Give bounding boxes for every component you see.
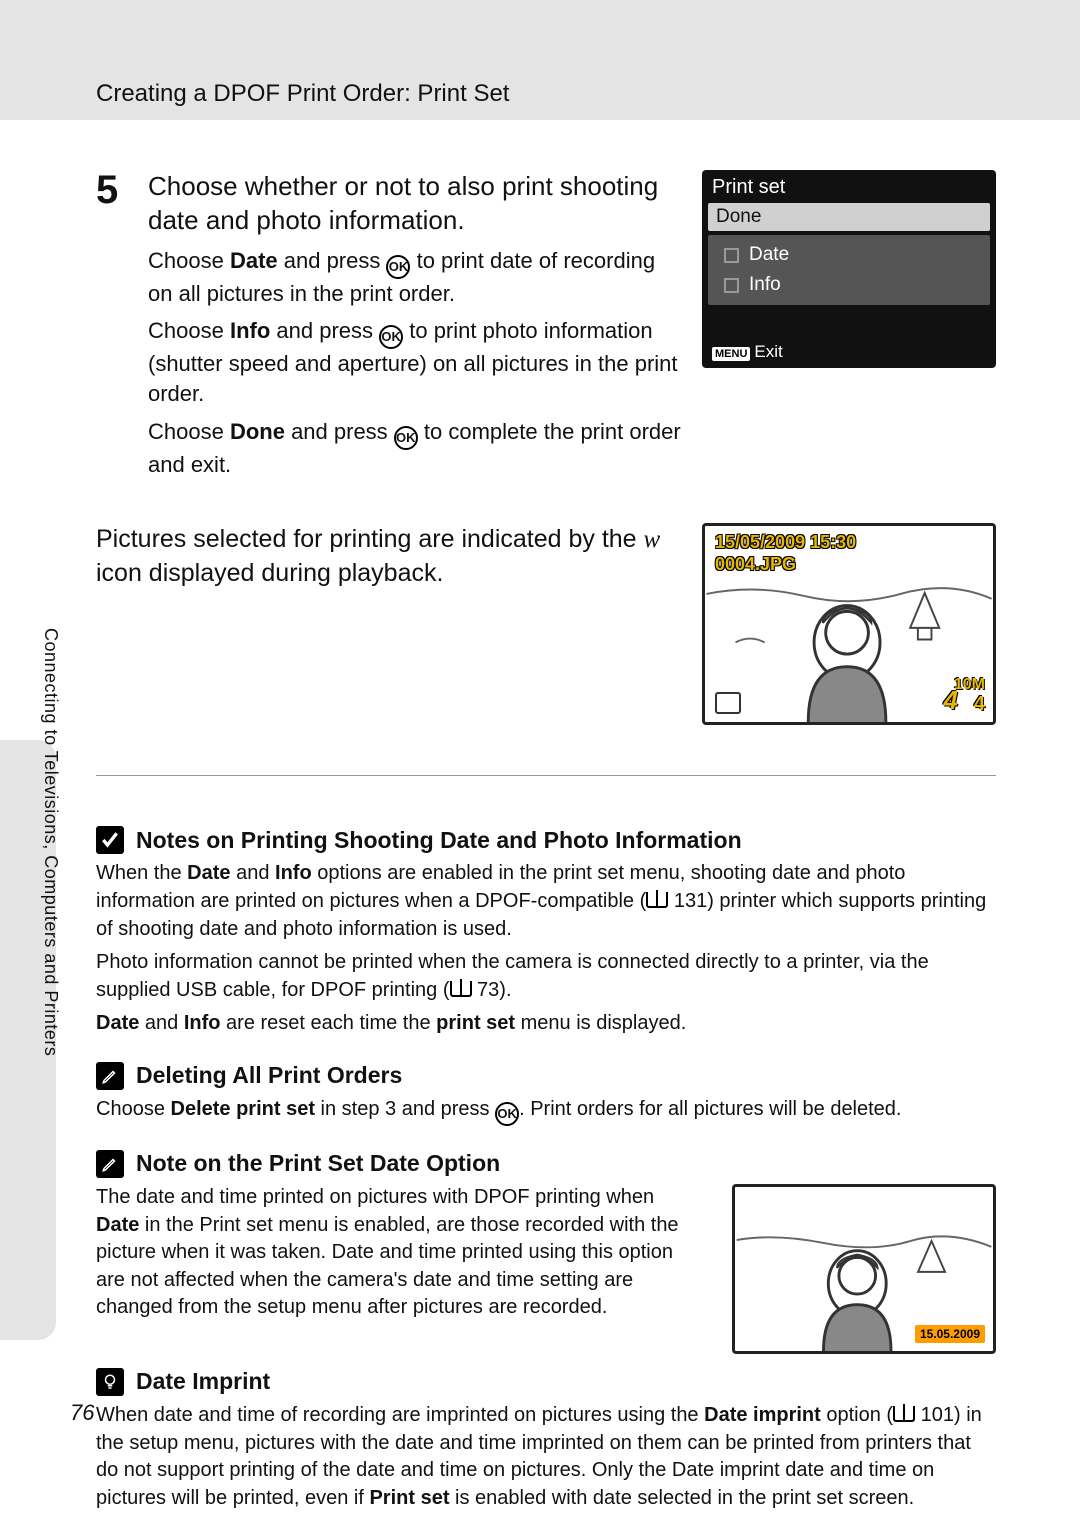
ok-icon: OK — [495, 1102, 519, 1126]
ok-icon: OK — [386, 255, 410, 279]
step-number: 5 — [96, 170, 130, 487]
lcd-print-set-menu: Print set Done Date Info MENUExit — [702, 170, 996, 368]
notes-delete-orders: Deleting All Print Orders Choose Delete … — [96, 1062, 996, 1126]
notes3-title: Note on the Print Set Date Option — [136, 1150, 500, 1177]
print-order-icon — [715, 692, 741, 714]
lcd-title: Print set — [702, 170, 996, 201]
side-tab-label: Connecting to Televisions, Computers and… — [40, 628, 61, 1056]
notes1-p2: Photo information cannot be printed when… — [96, 949, 996, 1004]
checkbox-icon — [724, 248, 739, 263]
notes2-title: Deleting All Print Orders — [136, 1062, 402, 1089]
step-5: 5 Choose whether or not to also print sh… — [96, 170, 996, 487]
check-icon — [96, 826, 124, 854]
notes-shooting-date: Notes on Printing Shooting Date and Phot… — [96, 826, 996, 1038]
pencil-icon — [96, 1150, 124, 1178]
step-title: Choose whether or not to also print shoo… — [148, 170, 684, 238]
lcd-exit-hint: MENUExit — [712, 342, 783, 362]
pb-size-badge: 10M — [954, 676, 985, 694]
date-imprint-illustration: 15.05.2009 — [732, 1184, 996, 1354]
step-para-done: Choose Done and press OK to complete the… — [148, 417, 684, 480]
notes4-title: Date Imprint — [136, 1368, 270, 1395]
pencil-icon — [96, 1062, 124, 1090]
step-para-date: Choose Date and press OK to print date o… — [148, 246, 684, 309]
notes-date-imprint: Date Imprint When date and time of recor… — [96, 1368, 996, 1512]
notes-date-option: Note on the Print Set Date Option The da… — [96, 1150, 996, 1354]
bulb-icon — [96, 1368, 124, 1396]
manual-ref-icon — [450, 981, 472, 997]
notes3-p: The date and time printed on pictures wi… — [96, 1184, 702, 1322]
menu-badge-icon: MENU — [712, 347, 750, 361]
manual-ref-icon — [893, 1406, 915, 1422]
playback-indicator-row: Pictures selected for printing are indic… — [96, 523, 996, 725]
notes1-p1: When the Date and Info options are enabl… — [96, 860, 996, 943]
ok-icon: OK — [394, 426, 418, 450]
print-mark-icon: w — [644, 526, 661, 553]
step-para-info: Choose Info and press OK to print photo … — [148, 316, 684, 408]
ok-icon: OK — [379, 325, 403, 349]
notes1-p3: Date and Info are reset each time the pr… — [96, 1010, 996, 1038]
notes1-title: Notes on Printing Shooting Date and Phot… — [136, 827, 742, 854]
divider — [96, 775, 996, 776]
lcd-item-info[interactable]: Info — [716, 271, 982, 299]
manual-ref-icon — [646, 892, 668, 908]
notes2-p: Choose Delete print set in step 3 and pr… — [96, 1096, 996, 1126]
imprinted-date: 15.05.2009 — [915, 1325, 985, 1343]
pb-total: 4 — [974, 693, 985, 716]
section-header: Creating a DPOF Print Order: Print Set — [0, 0, 1080, 120]
playback-screen: 15/05/2009 15:30 0004.JPG 4 10M 4 — [702, 523, 996, 725]
checkbox-icon — [724, 278, 739, 293]
notes4-p: When date and time of recording are impr… — [96, 1402, 996, 1512]
section-title: Creating a DPOF Print Order: Print Set — [96, 80, 509, 107]
lcd-item-date[interactable]: Date — [716, 241, 982, 269]
lcd-item-done[interactable]: Done — [708, 203, 990, 231]
page-number: 76 — [70, 1400, 94, 1426]
